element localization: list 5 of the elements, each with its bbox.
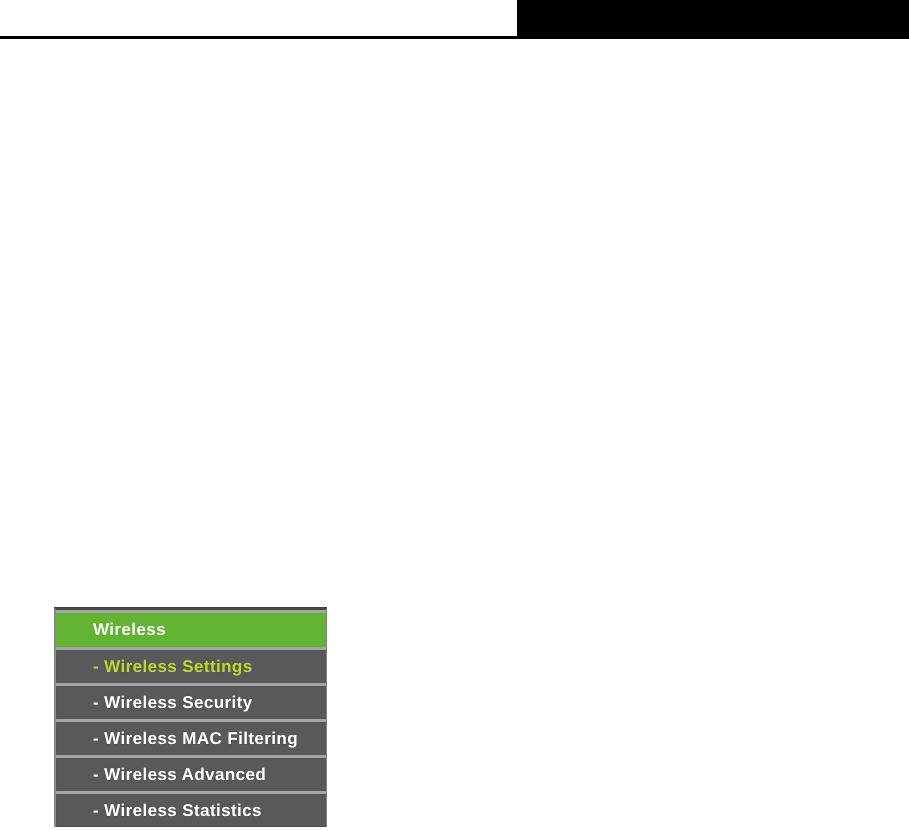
menu-item[interactable]: - Wireless Advanced [56,758,326,791]
menu-item[interactable]: - Wireless MAC Filtering [56,722,326,755]
menu-item[interactable]: - Wireless Security [56,686,326,719]
menu-item[interactable]: - Wireless Settings [56,650,326,683]
menu-item[interactable]: - Wireless Statistics [56,794,326,827]
